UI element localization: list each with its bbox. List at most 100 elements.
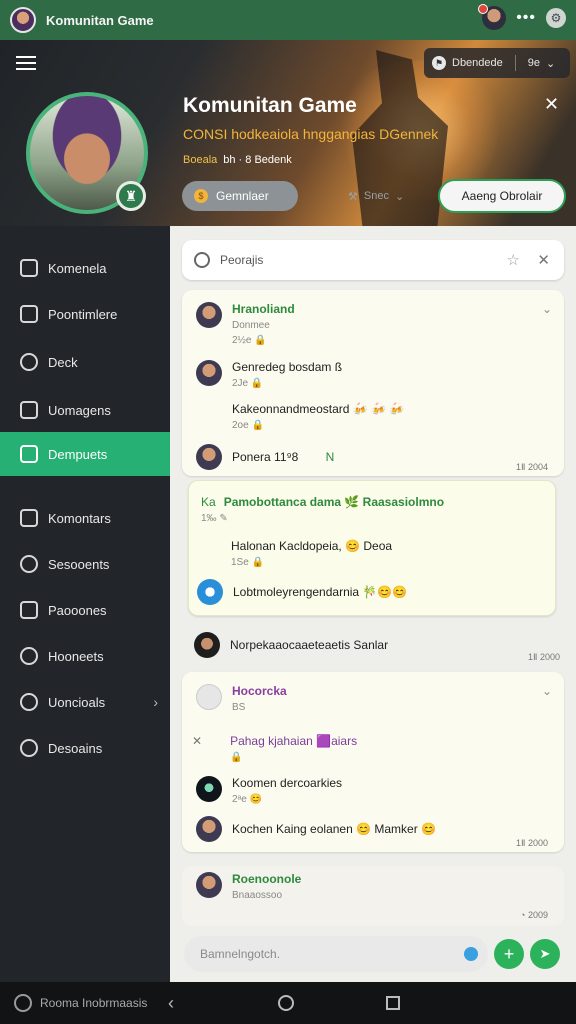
avatar[interactable]: [196, 816, 222, 842]
sidebar-item-events[interactable]: Dempuets: [0, 432, 170, 476]
sparkle-icon: ⚒: [348, 190, 358, 203]
settings-icon[interactable]: [14, 994, 32, 1012]
sidebar-item-pin[interactable]: Poontimlere: [0, 292, 170, 336]
message-time: 1‰: [201, 513, 217, 524]
divider: [514, 55, 516, 71]
menu-icon[interactable]: [16, 56, 36, 70]
message[interactable]: Roenoonole Bnaaossoo: [196, 872, 301, 901]
message-text: Halonan Kacldopeia, 😊 Deoa: [231, 539, 393, 553]
message[interactable]: Hocorcka BS: [196, 684, 287, 713]
message-meta: 1‰ ✎: [201, 513, 444, 524]
more-icon[interactable]: •••: [516, 9, 536, 27]
avatar[interactable]: [194, 632, 220, 658]
send-button[interactable]: ➤: [530, 939, 560, 969]
settings-circle-icon: [20, 739, 38, 757]
message[interactable]: Lobtmoleyrengendarnia 🎋😊😊: [197, 579, 407, 605]
message[interactable]: ✕ Pahag kjahaian 🟪aiars 🔒: [192, 734, 357, 763]
avatar[interactable]: [196, 776, 222, 802]
filter-button[interactable]: ⚒ Snec ⌄: [336, 183, 418, 209]
home-icon[interactable]: [278, 995, 294, 1011]
coin-icon: $: [194, 189, 208, 203]
add-button[interactable]: +: [494, 939, 524, 969]
message[interactable]: Ka Pamobottanca dama 🌿 Raasasiolmno 1‰ ✎: [201, 495, 444, 524]
message-text: Pahag kjahaian 🟪aiars: [230, 734, 358, 748]
message[interactable]: Norpekaaocaaeteaetis Sanlar: [194, 632, 388, 658]
edit-icon: ✎: [219, 513, 228, 524]
header-topright-pill[interactable]: ⚑ Dbendede 9e ⌄: [424, 48, 570, 78]
status-title: Komunitan Game: [46, 12, 154, 28]
message-meta: 2ᵃe 😊: [232, 794, 342, 805]
message-meta: 🔒: [230, 752, 357, 763]
message[interactable]: Kakeonnandmeostard 🍻 🍻 🍻 2oe 🔒: [232, 402, 404, 431]
message[interactable]: Genredeg bosdam ß 2Je 🔒: [196, 360, 342, 389]
lock-icon: 🔒: [250, 378, 264, 389]
shield-icon[interactable]: [464, 947, 478, 961]
sender-name[interactable]: Hranoliand: [232, 302, 295, 316]
recent-apps-icon[interactable]: [386, 996, 400, 1010]
user-avatar[interactable]: [478, 4, 507, 30]
back-icon[interactable]: ‹: [168, 993, 174, 1014]
message[interactable]: Koomen dercoarkies 2ᵃe 😊: [196, 776, 342, 805]
chat-button[interactable]: Aaeng Obrolair: [438, 179, 566, 213]
sidebar-item-images[interactable]: Uomagens: [0, 388, 170, 432]
topright-label: Dbendede: [452, 57, 503, 69]
message[interactable]: Halonan Kacldopeia, 😊 Deoa 1Se 🔒: [231, 539, 392, 568]
avatar[interactable]: [196, 360, 222, 386]
sidebar-item-honors[interactable]: Hooneets: [0, 634, 170, 678]
sender-name[interactable]: Hocorcka: [232, 684, 287, 698]
join-button-label: Gemnlaer: [216, 189, 269, 203]
sidebar-item-comments[interactable]: Komontars: [0, 496, 170, 540]
lock-icon: 🔒: [251, 420, 264, 431]
avatar[interactable]: [197, 579, 223, 605]
community-avatar-small[interactable]: [10, 7, 36, 33]
sidebar-item-label: Hooneets: [48, 648, 104, 664]
sidebar-item-label: Komenela: [48, 260, 107, 276]
person-icon: [20, 555, 38, 573]
message-meta: 2oe 🔒: [232, 420, 404, 431]
sidebar-item-label: Sesooents: [48, 556, 110, 572]
message-time: 1Ⅱ 2000: [528, 652, 560, 662]
message-input[interactable]: Bamnelngotch.: [184, 936, 488, 972]
reply-heading[interactable]: Ka Pamobottanca dama 🌿 Raasasiolmno: [201, 495, 444, 509]
star-icon[interactable]: ☆: [507, 251, 520, 269]
sidebar-item-sessions[interactable]: Sesooents: [0, 542, 170, 586]
message-time: 2½e: [232, 335, 252, 346]
sidebar-item-designs[interactable]: Desoains: [0, 726, 170, 770]
avatar[interactable]: [196, 872, 222, 898]
chevron-down-icon[interactable]: ⌄: [542, 302, 552, 316]
reply-name: Pamobottanca dama 🌿 Raasasiolmno: [223, 495, 445, 509]
message-extra: N: [325, 450, 335, 464]
status-bar: Komunitan Game ••• ⚙: [0, 0, 576, 40]
crossed-box-icon: [20, 445, 38, 463]
sender-name[interactable]: Roenoonole: [232, 872, 301, 886]
message[interactable]: Hranoliand Donmee 2½e 🔒: [196, 302, 295, 346]
message-text: Ponera 11⁹8: [232, 450, 299, 464]
room-info-label[interactable]: Rooma Inobrmaasis: [40, 996, 147, 1010]
settings-icon[interactable]: ⚙: [546, 8, 566, 28]
sidebar-item-label: Poontimlere: [48, 306, 118, 322]
message[interactable]: Kochen Kaing eolanen 😊 Mamker 😊: [196, 816, 436, 842]
chevron-down-icon[interactable]: ⌄: [546, 57, 555, 70]
close-icon[interactable]: ✕: [537, 251, 550, 269]
game-icon: ⚑: [432, 56, 446, 70]
sidebar-item-connections[interactable]: Uoncioals ›: [0, 680, 170, 724]
avatar[interactable]: [196, 684, 222, 710]
chevron-down-icon[interactable]: ⌄: [542, 684, 552, 698]
lock-icon: 🔒: [254, 335, 267, 346]
close-icon[interactable]: ✕: [192, 734, 202, 748]
message[interactable]: Ponera 11⁹8 N: [196, 444, 334, 470]
filter-button-label: Snec: [363, 190, 389, 202]
sidebar-item-home[interactable]: Komenela: [0, 246, 170, 290]
close-icon[interactable]: ✕: [544, 94, 559, 115]
join-button[interactable]: $ Gemnlaer: [182, 181, 298, 211]
avatar[interactable]: [196, 302, 222, 328]
avatar[interactable]: [196, 444, 222, 470]
sidebar-item-deck[interactable]: Deck: [0, 340, 170, 384]
lock-icon: 🔒: [251, 557, 265, 568]
chevron-right-icon: ›: [153, 694, 158, 710]
sidebar-item-process[interactable]: Paooones: [0, 588, 170, 632]
search-bar[interactable]: Peorajis ☆ ✕: [182, 240, 564, 280]
sender-role: BS: [232, 702, 246, 713]
reply-prefix: Ka: [201, 495, 216, 509]
topright-extra: 9e: [527, 57, 541, 69]
